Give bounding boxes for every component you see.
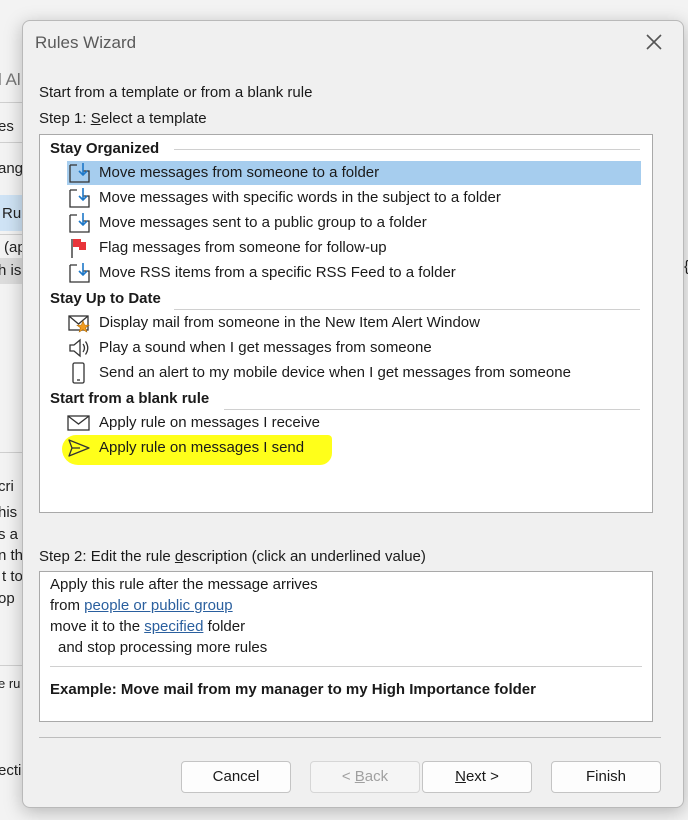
flag-icon [71, 239, 86, 258]
template-item-label: Apply rule on messages I receive [99, 414, 320, 431]
template-item-play-sound[interactable]: Play a sound when I get messages from so… [67, 336, 641, 360]
template-item-move-specific-words[interactable]: Move messages with specific words in the… [67, 186, 641, 210]
bg-text: l Al [0, 70, 21, 89]
template-item-label: Move messages from someone to a folder [99, 164, 380, 181]
send-icon [68, 439, 90, 457]
bg-text: s a [0, 526, 19, 543]
bg-text: e ru [0, 676, 21, 691]
rule-description-panel: Apply this rule after the message arrive… [39, 571, 653, 722]
description-line: and stop processing more rules [58, 639, 268, 656]
template-item-move-public-group[interactable]: Move messages sent to a public group to … [67, 211, 641, 235]
dialog-title: Rules Wizard [35, 33, 137, 52]
intro-text: Start from a template or from a blank ru… [39, 84, 313, 101]
bg-text: es [0, 118, 14, 135]
bg-text: op [0, 590, 15, 607]
example-text: Example: Move mail from my manager to my… [50, 681, 536, 698]
template-item-apply-send[interactable]: Apply rule on messages I send [67, 436, 641, 460]
bg-text: n th [0, 547, 24, 564]
back-button[interactable]: < Back [310, 761, 420, 793]
template-item-new-item-alert[interactable]: Display mail from someone in the New Ite… [67, 311, 641, 335]
close-icon [646, 34, 662, 50]
next-button[interactable]: Next > [422, 761, 532, 793]
template-list[interactable]: Stay Organized Move messages from someon… [39, 134, 653, 513]
bg-text: h is [0, 262, 22, 279]
speaker-icon [69, 338, 89, 358]
mobile-device-icon [72, 362, 85, 384]
template-item-label: Play a sound when I get messages from so… [99, 339, 432, 356]
template-item-move-from-someone[interactable]: Move messages from someone to a folder [67, 161, 641, 185]
rules-wizard-dialog: Rules Wizard Start from a template or fr… [22, 20, 684, 808]
template-item-label: Move messages sent to a public group to … [99, 214, 427, 231]
title-bar: Rules Wizard [23, 21, 683, 65]
template-item-label: Display mail from someone in the New Ite… [99, 314, 480, 331]
cancel-button[interactable]: Cancel [181, 761, 291, 793]
template-item-label: Apply rule on messages I send [99, 439, 305, 456]
envelope-icon [67, 415, 90, 431]
specified-folder-link[interactable]: specified [144, 618, 203, 635]
step1-label: Step 1: Select a template [39, 110, 207, 127]
template-item-label: Move RSS items from a specific RSS Feed … [99, 264, 456, 281]
move-folder-icon [69, 263, 90, 283]
group-header-stay-organized: Stay Organized [50, 140, 160, 157]
template-item-label: Flag messages from someone for follow-up [99, 239, 387, 256]
template-item-flag-followup[interactable]: Flag messages from someone for follow-up [67, 236, 641, 260]
template-item-label: Send an alert to my mobile device when I… [99, 364, 571, 381]
bg-text: ecti [0, 762, 22, 779]
finish-button[interactable]: Finish [551, 761, 661, 793]
template-item-move-rss[interactable]: Move RSS items from a specific RSS Feed … [67, 261, 641, 285]
mail-alert-icon [68, 315, 90, 333]
template-item-apply-receive[interactable]: Apply rule on messages I receive [67, 411, 641, 435]
move-folder-icon [69, 213, 90, 233]
separator [39, 737, 661, 738]
bg-text: cri [0, 478, 14, 495]
template-item-label: Move messages with specific words in the… [99, 189, 501, 206]
step2-label: Step 2: Edit the rule description (click… [39, 548, 426, 565]
description-line: from people or public group [50, 597, 233, 614]
people-or-public-group-link[interactable]: people or public group [84, 597, 232, 614]
description-line: move it to the specified folder [50, 618, 246, 635]
group-header-stay-up-to-date: Stay Up to Date [50, 290, 161, 307]
bg-text: ang [0, 160, 24, 177]
bg-text: t to [2, 568, 23, 585]
description-line: Apply this rule after the message arrive… [50, 576, 318, 593]
bg-text: his [0, 504, 18, 521]
close-button[interactable] [643, 31, 665, 53]
template-item-mobile-alert[interactable]: Send an alert to my mobile device when I… [67, 361, 641, 385]
move-folder-icon [69, 188, 90, 208]
group-header-blank-rule: Start from a blank rule [50, 390, 210, 407]
move-folder-icon [69, 163, 90, 183]
